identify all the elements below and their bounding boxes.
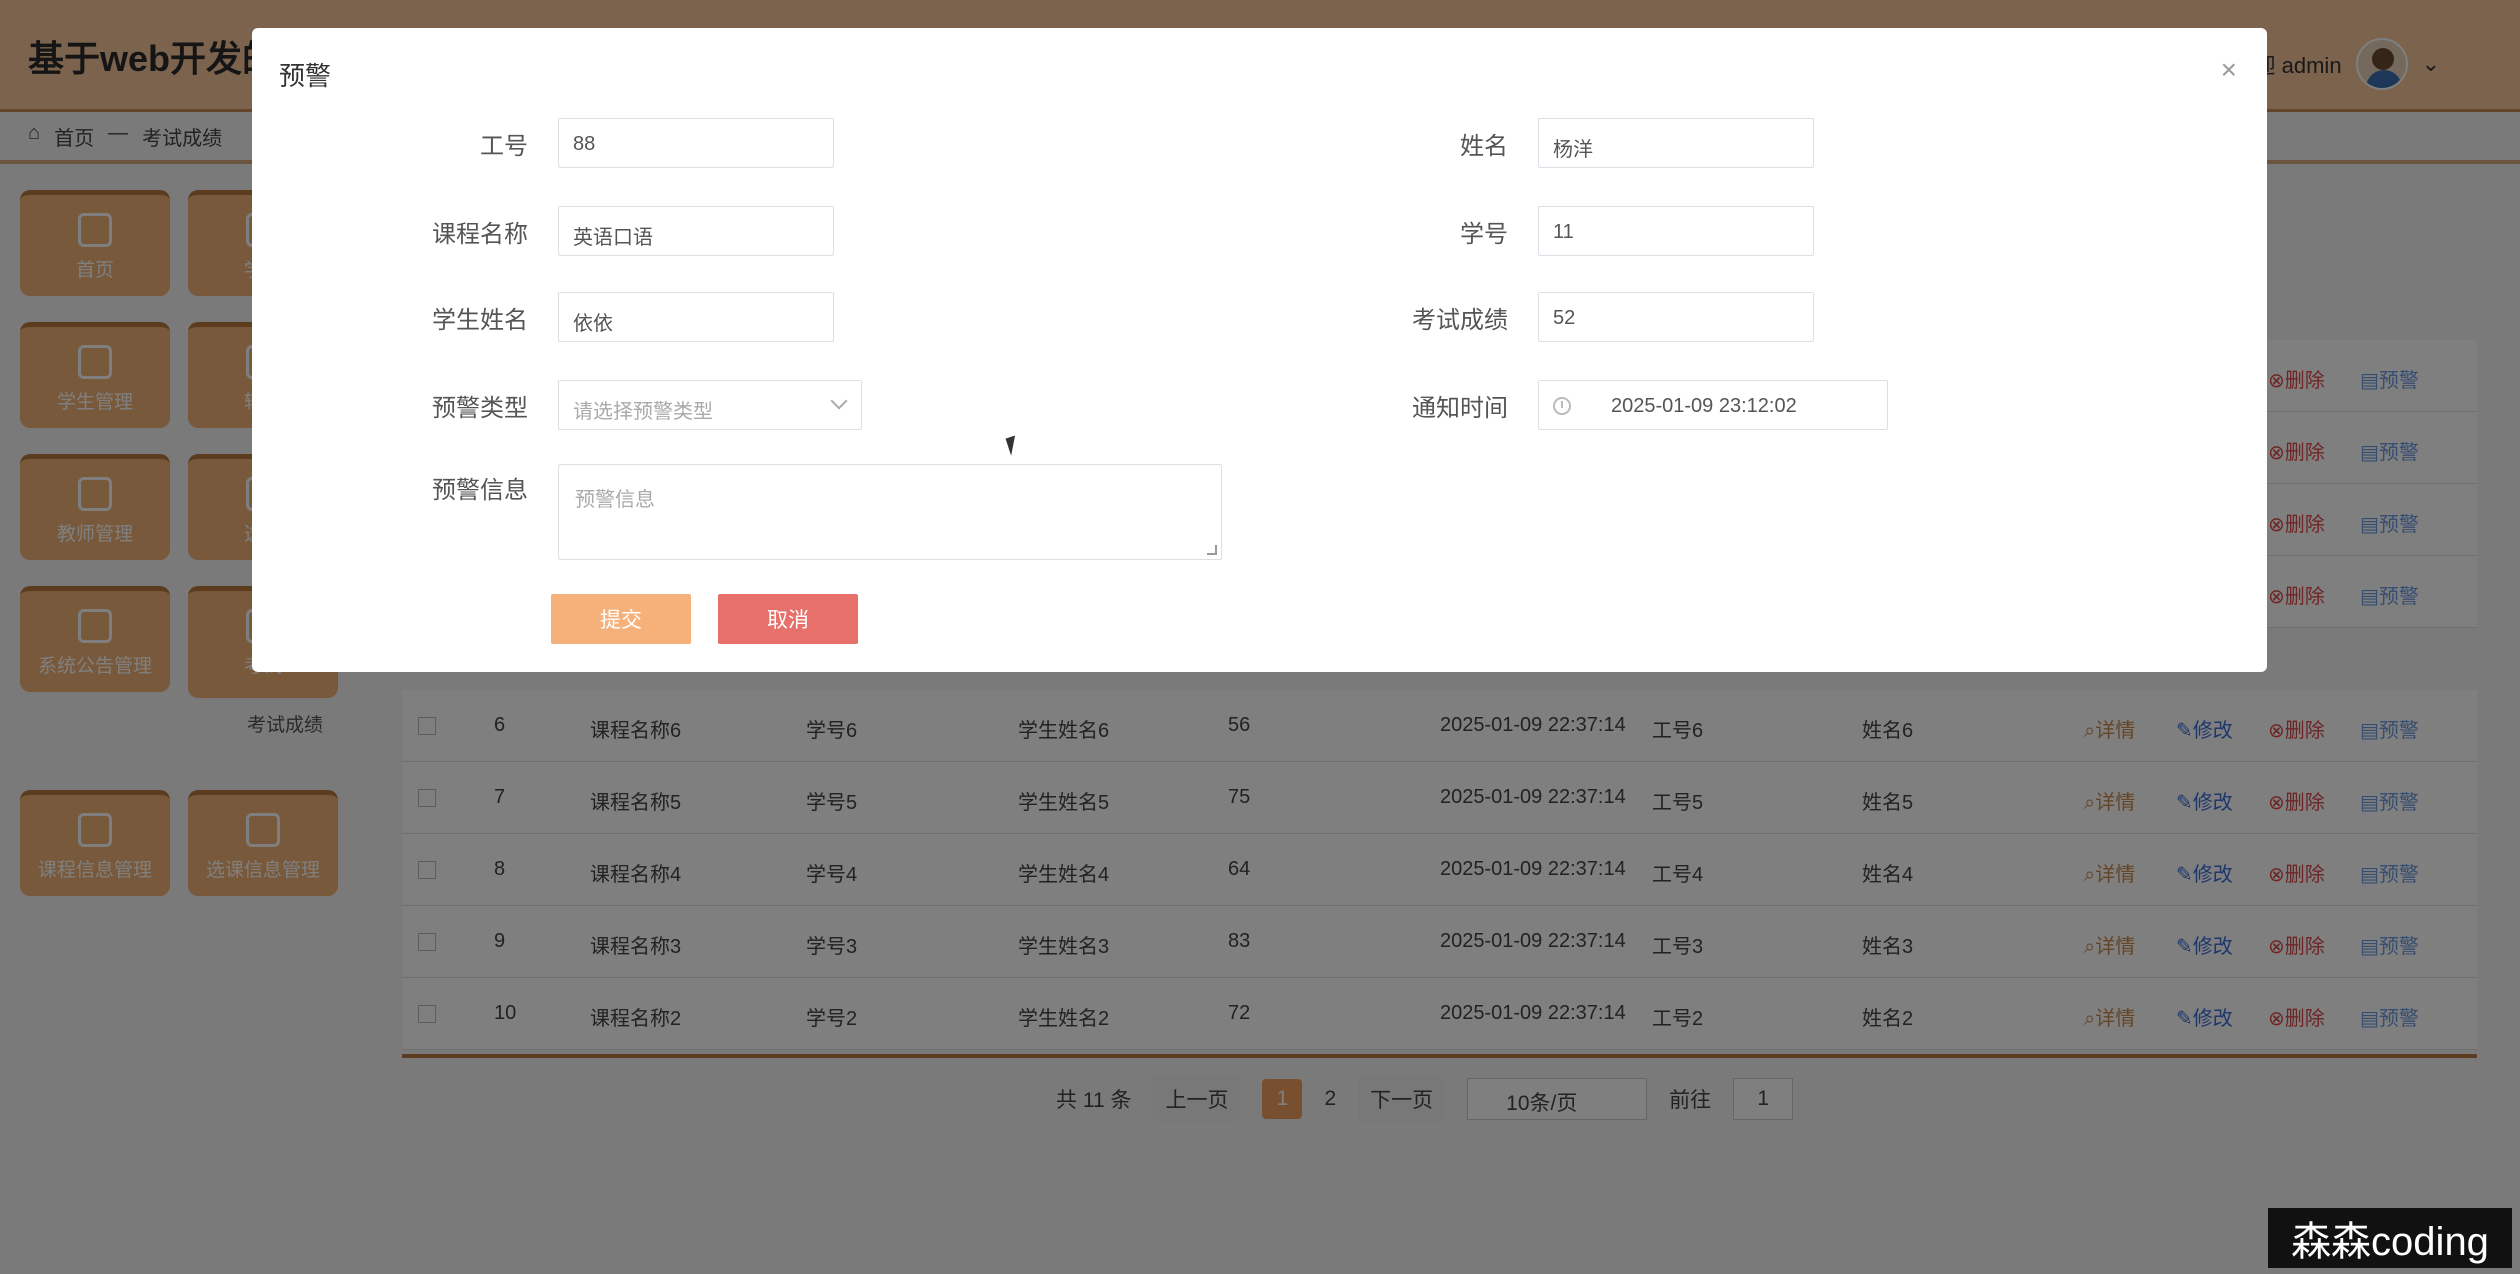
label-notify-time: 通知时间 bbox=[1412, 395, 1508, 422]
warn-info-placeholder: 预警信息 bbox=[575, 489, 655, 511]
label-student-id: 学号 bbox=[1460, 221, 1508, 248]
label-xingming: 姓名 bbox=[1460, 133, 1508, 160]
notify-time-value: 2025-01-09 23:12:02 bbox=[1611, 395, 1797, 417]
gonghao-input[interactable]: 88 bbox=[558, 118, 834, 168]
warn-type-placeholder: 请选择预警类型 bbox=[573, 401, 713, 423]
warn-type-select[interactable]: 请选择预警类型 bbox=[558, 380, 862, 430]
chevron-down-icon bbox=[830, 392, 848, 410]
label-student-name: 学生姓名 bbox=[432, 307, 528, 334]
label-course: 课程名称 bbox=[432, 221, 528, 248]
label-score: 考试成绩 bbox=[1412, 307, 1508, 334]
label-gonghao: 工号 bbox=[480, 133, 528, 160]
student-id-input[interactable]: 11 bbox=[1538, 206, 1814, 256]
resize-handle-icon[interactable] bbox=[1207, 545, 1217, 555]
name-input[interactable]: 杨洋 bbox=[1538, 118, 1814, 168]
dialog-title: 预警 bbox=[279, 61, 332, 91]
warning-dialog: 预警 × 工号 88 姓名 杨洋 课程名称 英语口语 学号 11 学生姓名 依依… bbox=[252, 28, 2267, 672]
score-input[interactable]: 52 bbox=[1538, 292, 1814, 342]
watermark: 森森coding bbox=[2268, 1208, 2512, 1268]
course-input[interactable]: 英语口语 bbox=[558, 206, 834, 256]
notify-time-picker[interactable]: 2025-01-09 23:12:02 bbox=[1538, 380, 1888, 430]
student-name-input[interactable]: 依依 bbox=[558, 292, 834, 342]
label-warn-type: 预警类型 bbox=[432, 395, 528, 422]
cancel-button[interactable]: 取消 bbox=[718, 594, 858, 644]
close-icon[interactable]: × bbox=[2221, 54, 2237, 86]
label-warn-info: 预警信息 bbox=[432, 477, 528, 504]
submit-button[interactable]: 提交 bbox=[551, 594, 691, 644]
clock-icon bbox=[1553, 397, 1571, 415]
warn-info-textarea[interactable]: 预警信息 bbox=[558, 464, 1222, 560]
